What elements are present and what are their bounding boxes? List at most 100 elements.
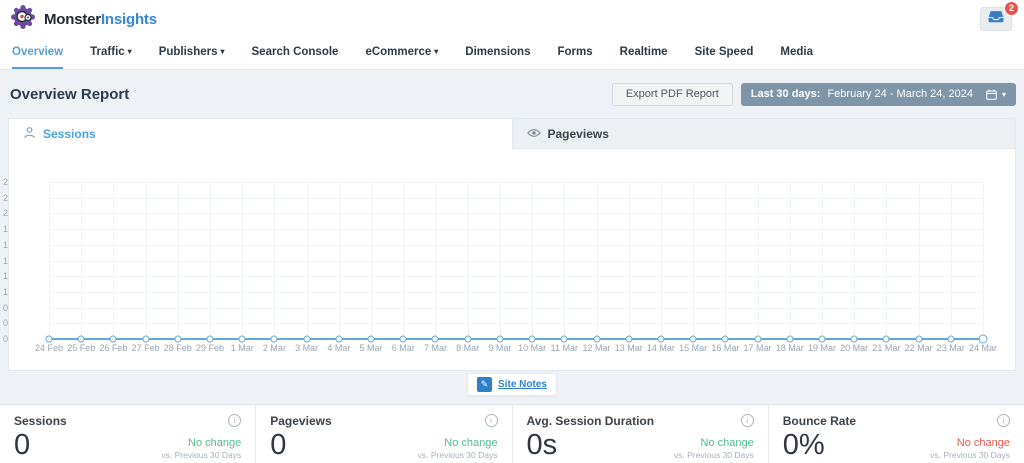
change-text: No change [930,437,1010,449]
nav-item-overview[interactable]: Overview [12,38,63,69]
eye-icon [527,127,541,141]
stat-card-body: 0No changevs. Previous 30 Days [270,431,497,460]
x-tick-label: 22 Mar [905,343,933,353]
y-tick-label: 0 [3,318,37,328]
compare-period-text: vs. Previous 30 Days [930,450,1010,460]
chart-tabbar: Sessions Pageviews [9,119,1015,149]
vertical-gridline [274,182,275,339]
vertical-gridline [178,182,179,339]
data-point-marker [625,336,632,343]
chevron-down-icon: ▾ [1002,90,1006,99]
x-tick-label: 27 Feb [132,343,160,353]
nav-item-search-console[interactable]: Search Console [252,38,339,69]
y-tick-label: 0 [3,334,37,344]
info-icon[interactable]: i [228,414,241,427]
page-title: Overview Report [10,86,129,103]
main-nav: Overview Traffic▾ Publishers▾ Search Consol… [0,38,1024,70]
export-pdf-button[interactable]: Export PDF Report [612,83,733,106]
date-range-picker[interactable]: Last 30 days: February 24 - March 24, 20… [741,83,1016,106]
x-tick-label: 17 Mar [744,343,772,353]
x-axis-labels: 24 Feb25 Feb26 Feb27 Feb28 Feb29 Feb1 Ma… [49,343,983,355]
x-tick-label: 2 Mar [263,343,286,353]
vertical-gridline [661,182,662,339]
x-tick-label: 3 Mar [295,343,318,353]
vertical-gridline [307,182,308,339]
data-point-marker [271,336,278,343]
data-point-marker [110,336,117,343]
stat-value: 0 [270,431,286,460]
date-range-value: February 24 - March 24, 2024 [827,88,973,100]
x-tick-label: 18 Mar [776,343,804,353]
vertical-gridline [919,182,920,339]
inbox-icon [988,10,1004,28]
data-point-marker [78,336,85,343]
data-point-marker [239,336,246,343]
y-tick-label: 1 [3,240,37,250]
data-point-marker [851,336,858,343]
horizontal-gridline [49,182,983,183]
stat-card-pageviews: Pageviewsi0No changevs. Previous 30 Days [256,405,512,463]
x-tick-label: 10 Mar [518,343,546,353]
data-point-marker [207,336,214,343]
data-point-marker [818,336,825,343]
horizontal-gridline [49,308,983,309]
stat-card-sessions: Sessionsi0No changevs. Previous 30 Days [0,405,256,463]
chevron-down-icon: ▾ [128,47,132,56]
data-point-marker [754,336,761,343]
vertical-gridline [210,182,211,339]
vertical-gridline [403,182,404,339]
data-point-marker [368,336,375,343]
x-tick-label: 23 Mar [937,343,965,353]
x-tick-label: 19 Mar [808,343,836,353]
site-notes-button[interactable]: ✎ Site Notes [467,373,557,396]
stat-card-bounce-rate: Bounce Rate i 0% No changevs. Previous 30 D… [769,405,1024,463]
nav-item-site-speed[interactable]: Site Speed [695,38,754,69]
y-tick-label: 2 [3,193,37,203]
notifications-button[interactable]: 2 [980,7,1012,31]
nav-item-publishers[interactable]: Publishers▾ [159,38,225,69]
x-tick-label: 21 Mar [872,343,900,353]
x-tick-label: 11 Mar [551,343,578,353]
vertical-gridline [597,182,598,339]
horizontal-gridline [49,276,983,277]
x-tick-label: 14 Mar [647,343,675,353]
nav-item-realtime[interactable]: Realtime [620,38,668,69]
nav-item-traffic[interactable]: Traffic▾ [90,38,132,69]
nav-item-ecommerce[interactable]: eCommerce▾ [365,38,438,69]
nav-item-dimensions[interactable]: Dimensions [465,38,530,69]
x-tick-label: 29 Feb [196,343,224,353]
data-point-marker [947,336,954,343]
vertical-gridline [146,182,147,339]
horizontal-gridline [49,198,983,199]
nav-item-media[interactable]: Media [780,38,813,69]
info-icon[interactable]: i [997,414,1010,427]
x-tick-label: 5 Mar [360,343,383,353]
vertical-gridline [242,182,243,339]
nav-item-forms[interactable]: Forms [557,38,592,69]
site-notes-label: Site Notes [498,379,547,390]
tab-sessions[interactable]: Sessions [9,119,512,149]
compare-period-text: vs. Previous 30 Days [674,450,754,460]
data-point-marker [883,336,890,343]
x-tick-label: 24 Feb [35,343,63,353]
x-tick-label: 7 Mar [424,343,447,353]
stat-card-header: Sessionsi [14,414,241,428]
horizontal-gridline [49,245,983,246]
data-point-marker [400,336,407,343]
vertical-gridline [113,182,114,339]
info-icon[interactable]: i [485,414,498,427]
vertical-gridline [371,182,372,339]
stat-label: Bounce Rate [783,414,856,428]
y-tick-label: 2 [3,208,37,218]
calendar-icon [986,89,997,100]
info-icon[interactable]: i [741,414,754,427]
tab-pageviews[interactable]: Pageviews [512,119,1016,149]
stat-value: 0% [783,431,825,460]
pencil-icon: ✎ [477,377,492,392]
y-tick-label: 1 [3,287,37,297]
data-point-marker [303,336,310,343]
vertical-gridline [468,182,469,339]
vertical-gridline [81,182,82,339]
data-point-marker [722,336,729,343]
notification-badge: 2 [1004,1,1019,16]
